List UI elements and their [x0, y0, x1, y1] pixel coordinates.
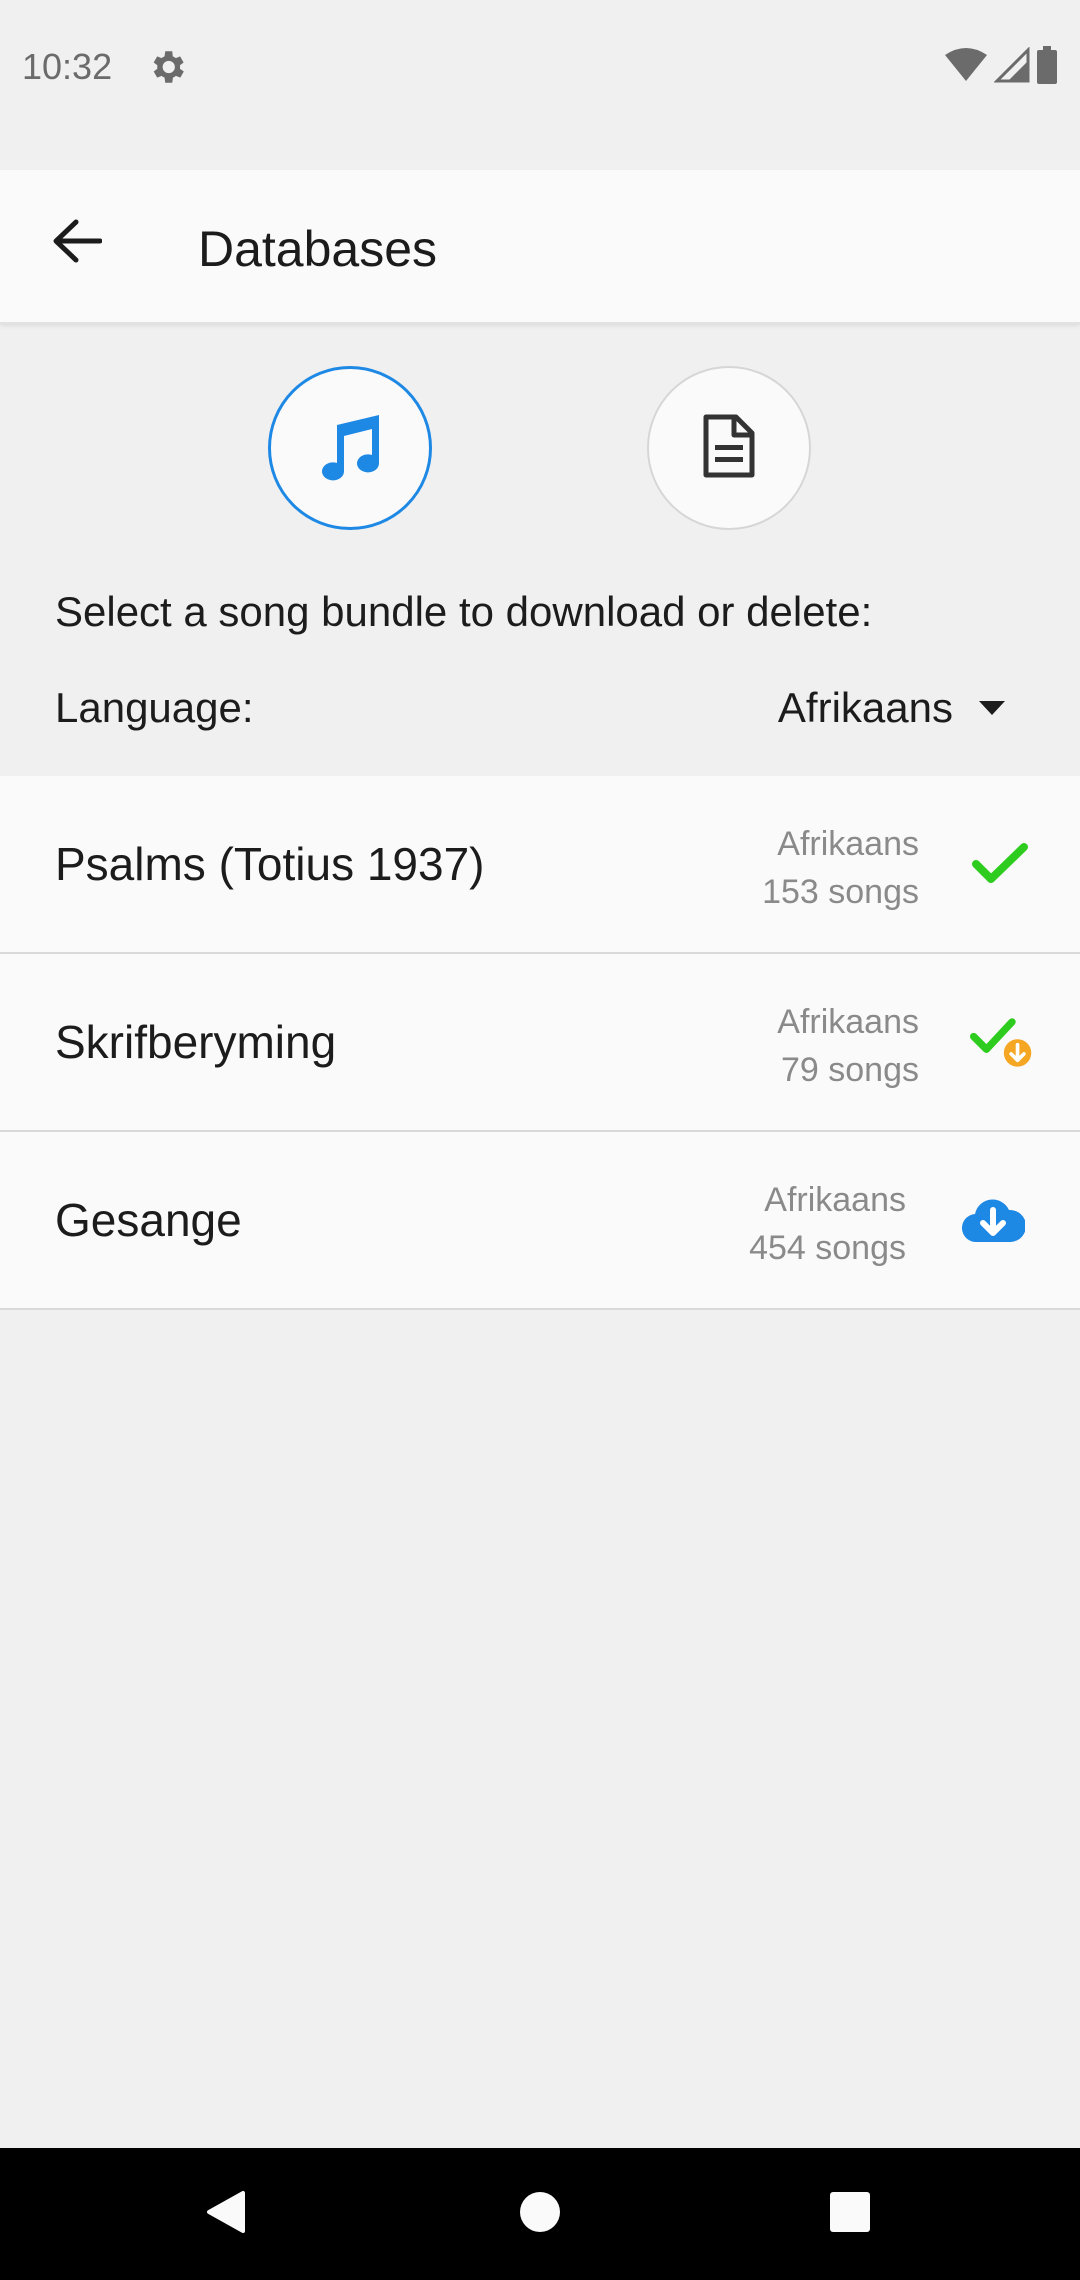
screen: 10:32 Databases Select a song bundle to …	[0, 0, 1080, 2280]
navigation-bar	[0, 2148, 1080, 2280]
nav-back-button[interactable]	[190, 2178, 262, 2250]
status-icons	[944, 45, 1058, 89]
page-title: Databases	[198, 221, 438, 277]
cloud-download-icon[interactable]	[961, 1188, 1025, 1252]
wifi-icon	[944, 47, 988, 88]
arrow-back-icon	[52, 219, 103, 268]
language-dropdown[interactable]: Afrikaans	[778, 672, 1005, 744]
bundle-meta: Afrikaans 454 songs	[749, 1176, 906, 1272]
home-circle-icon	[518, 2190, 562, 2239]
bundle-list: Psalms (Totius 1937) Afrikaans 153 songs…	[0, 776, 1080, 1310]
bundle-name: Gesange	[55, 1194, 242, 1246]
status-time: 10:32	[22, 46, 113, 87]
music-note-icon	[317, 411, 383, 486]
bundle-language: Afrikaans	[764, 1181, 906, 1219]
bundle-language: Afrikaans	[777, 825, 919, 863]
songs-toggle-button[interactable]	[268, 366, 432, 530]
documents-toggle-button[interactable]	[647, 366, 811, 530]
bundle-count: 454 songs	[749, 1229, 906, 1267]
nav-home-button[interactable]	[504, 2178, 576, 2250]
signal-icon	[993, 45, 1030, 88]
bundle-count: 79 songs	[781, 1051, 919, 1089]
bundle-meta: Afrikaans 153 songs	[762, 820, 919, 916]
bundle-row[interactable]: Skrifberyming Afrikaans 79 songs	[0, 954, 1080, 1132]
language-selected-value: Afrikaans	[777, 684, 953, 731]
check-icon[interactable]	[968, 832, 1032, 896]
back-triangle-icon	[201, 2187, 251, 2242]
status-bar: 10:32	[0, 0, 1080, 170]
language-label: Language:	[55, 684, 254, 731]
app-bar: Databases	[0, 170, 1080, 324]
check-update-icon[interactable]	[970, 1010, 1034, 1074]
bundle-row[interactable]: Gesange Afrikaans 454 songs	[0, 1132, 1080, 1310]
battery-icon	[1036, 45, 1058, 89]
bundle-row[interactable]: Psalms (Totius 1937) Afrikaans 153 songs	[0, 776, 1080, 954]
document-icon	[702, 413, 756, 484]
bundle-count: 153 songs	[762, 873, 919, 911]
bundle-name: Psalms (Totius 1937)	[55, 838, 485, 890]
gear-icon	[146, 46, 188, 88]
bundle-meta: Afrikaans 79 songs	[777, 998, 919, 1094]
recents-square-icon	[828, 2190, 872, 2239]
bundle-language: Afrikaans	[777, 1003, 919, 1041]
bundle-name: Skrifberyming	[55, 1016, 337, 1068]
back-button[interactable]	[38, 204, 116, 282]
nav-recents-button[interactable]	[814, 2178, 886, 2250]
instruction-text: Select a song bundle to download or dele…	[55, 588, 873, 635]
caret-down-icon	[979, 701, 1005, 715]
